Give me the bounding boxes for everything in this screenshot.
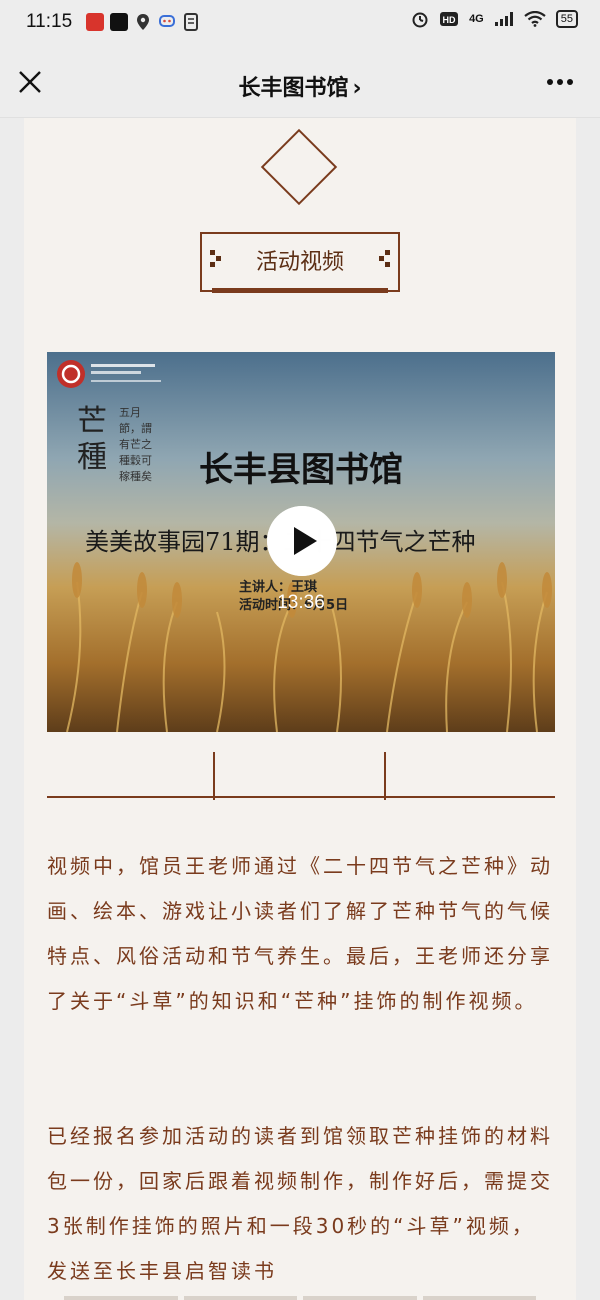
sim-card-icon	[184, 13, 198, 31]
paragraph-2: 已经报名参加活动的读者到馆领取芒种挂饰的材料包一份，回家后跟着视频制作，制作好后…	[47, 1124, 553, 1283]
network-type: 4G	[469, 13, 484, 25]
video-player[interactable]: 芒種 五月節，謂有芒之種穀可稼種矣 长丰县图书馆 美美故事园71期：二十四节气之…	[47, 352, 555, 732]
battery-indicator: 55	[555, 10, 578, 28]
more-icon[interactable]	[544, 68, 576, 96]
page-title[interactable]: 长丰图书馆 ›	[0, 70, 600, 102]
library-logo-icon	[57, 360, 161, 388]
account-name[interactable]: 长丰图书馆	[238, 76, 348, 101]
section-title: 活动视频	[255, 250, 344, 275]
capcut-icon	[110, 13, 128, 31]
svg-text:HD: HD	[443, 15, 456, 25]
location-icon	[137, 14, 149, 30]
app-notification-icon	[86, 13, 104, 31]
ornament-icon-right	[379, 250, 390, 267]
divider-vertical-right	[384, 752, 386, 800]
divider-horizontal	[47, 796, 555, 798]
chat-bot-icon	[159, 15, 175, 27]
diamond-ornament	[260, 128, 338, 206]
alarm-icon	[412, 12, 428, 28]
play-icon[interactable]	[267, 506, 337, 576]
divider-vertical-left	[213, 752, 215, 800]
title-bar: 长丰图书馆 ›	[0, 46, 600, 118]
article-content: 活动视频 芒種 五月節，謂有芒之種穀可稼種矣 长丰县图书馆 美美故事	[24, 118, 576, 1300]
scroll-indicator	[64, 1296, 536, 1300]
hd-icon: HD	[440, 12, 459, 26]
chevron-right-icon[interactable]: ›	[352, 76, 361, 101]
status-indicators: HD 4G 55	[411, 10, 578, 28]
status-time: 11:15	[26, 11, 73, 32]
video-duration: 13:36	[277, 592, 325, 613]
status-bar: 11:15 HD 4G 55	[0, 0, 600, 46]
video-headline: 长丰县图书馆	[199, 450, 403, 490]
section-header-underline	[212, 288, 388, 293]
paragraph-1: 视频中，馆员王老师通过《二十四节气之芒种》动画、绘本、游戏让小读者们了解了芒种节…	[47, 854, 553, 1013]
signal-icon	[494, 12, 513, 26]
wifi-icon	[524, 11, 546, 27]
